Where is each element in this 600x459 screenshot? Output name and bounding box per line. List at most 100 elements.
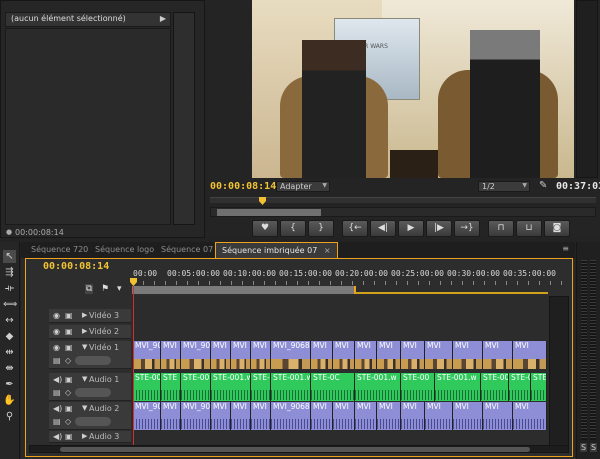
track-select-icon[interactable]: ⇶ bbox=[3, 266, 16, 279]
video-clip[interactable]: MVI bbox=[211, 341, 231, 369]
extract-button[interactable]: ⊔ bbox=[516, 220, 542, 237]
video-clip[interactable]: MVI bbox=[251, 341, 271, 369]
close-icon[interactable]: × bbox=[324, 246, 331, 255]
lift-button[interactable]: ⊓ bbox=[488, 220, 514, 237]
zoom-icon[interactable]: ⚲ bbox=[3, 410, 16, 423]
work-area-bar[interactable] bbox=[210, 207, 596, 217]
video-clip[interactable]: MVI_90 bbox=[133, 341, 161, 369]
tab-sequence-logo[interactable]: Séquence logo bbox=[89, 242, 160, 258]
scroll-thumb[interactable] bbox=[60, 447, 530, 452]
waveform-icon[interactable]: ▤ bbox=[53, 417, 61, 426]
audio-clip[interactable]: MVI bbox=[513, 402, 547, 430]
speaker-icon[interactable]: ◀) bbox=[53, 404, 62, 413]
keyframe-nav[interactable] bbox=[75, 388, 111, 397]
export-frame-button[interactable]: ◙ bbox=[544, 220, 570, 237]
lock-icon[interactable]: ▣ bbox=[65, 404, 73, 413]
step-back-button[interactable]: ◀| bbox=[370, 220, 396, 237]
keyframe-nav[interactable] bbox=[75, 356, 111, 365]
audio-clip[interactable]: MVI bbox=[377, 402, 401, 430]
audio-clip[interactable]: STE-00 bbox=[481, 373, 509, 401]
source-scrollbar[interactable] bbox=[173, 12, 195, 225]
go-to-out-button[interactable]: →} bbox=[454, 220, 480, 237]
eye-icon[interactable]: ◉ bbox=[53, 343, 60, 352]
audio-clip[interactable]: STE-00 bbox=[509, 373, 531, 401]
tab-sequence-720[interactable]: Séquence 720 bbox=[25, 242, 94, 258]
audio-clip[interactable]: STE-00 bbox=[401, 373, 435, 401]
mark-out-button[interactable]: } bbox=[308, 220, 334, 237]
audio-clip[interactable]: MVI_9068. bbox=[271, 402, 311, 430]
audio-clip[interactable]: STE-001.w bbox=[355, 373, 401, 401]
audio-clip[interactable]: MVI bbox=[425, 402, 453, 430]
audio-clip[interactable]: STE-00 bbox=[133, 373, 161, 401]
slip-icon[interactable]: ⇹ bbox=[3, 346, 16, 359]
program-right-scroll[interactable] bbox=[576, 0, 598, 178]
expand-icon[interactable]: ▶ bbox=[82, 327, 87, 335]
expand-icon[interactable]: ▼ bbox=[82, 375, 87, 383]
audio-clip[interactable]: MVI bbox=[483, 402, 513, 430]
expand-icon[interactable]: ▶ bbox=[82, 311, 87, 319]
video-clip[interactable]: MVI bbox=[453, 341, 483, 369]
audio-clip[interactable]: STE-001.w bbox=[271, 373, 311, 401]
expand-icon[interactable]: ▼ bbox=[82, 404, 87, 412]
video-clip[interactable]: MVI bbox=[483, 341, 513, 369]
mark-in-button[interactable]: { bbox=[280, 220, 306, 237]
pen-icon[interactable]: ✒ bbox=[3, 378, 16, 391]
video-clip[interactable]: MVI bbox=[231, 341, 251, 369]
work-area-bar[interactable] bbox=[132, 286, 356, 294]
hand-icon[interactable]: ✋ bbox=[3, 394, 16, 407]
video-clip[interactable]: MVI bbox=[401, 341, 425, 369]
rolling-edit-icon[interactable]: ⟺ bbox=[3, 298, 17, 311]
lock-icon[interactable]: ▣ bbox=[65, 432, 73, 441]
audio-clip[interactable]: MVI bbox=[401, 402, 425, 430]
audio-clip[interactable]: MVI bbox=[251, 402, 271, 430]
audio-clip[interactable]: STE bbox=[531, 373, 547, 401]
solo-right-button[interactable]: S bbox=[590, 443, 598, 452]
timeline-horizontal-scrollbar[interactable] bbox=[29, 445, 569, 453]
expand-icon[interactable]: ▼ bbox=[82, 343, 87, 351]
keyframe-nav[interactable] bbox=[75, 417, 111, 426]
playhead-line[interactable] bbox=[133, 286, 134, 446]
display-style-icon[interactable]: ▤ bbox=[53, 356, 61, 365]
expand-icon[interactable]: ▶ bbox=[82, 432, 87, 440]
video-clip[interactable]: MVI bbox=[425, 341, 453, 369]
tab-sequence-07[interactable]: Séquence 07 bbox=[155, 242, 219, 258]
audio-clip[interactable]: STE-00 bbox=[251, 373, 271, 401]
video-clip[interactable]: MVI bbox=[513, 341, 547, 369]
eye-icon[interactable]: ◉ bbox=[53, 311, 60, 320]
audio-clip[interactable]: MVI_90 bbox=[133, 402, 161, 430]
selection-tool-icon[interactable]: ↖ bbox=[3, 250, 16, 263]
audio-clip[interactable]: STE-001.w bbox=[211, 373, 251, 401]
lock-icon[interactable]: ▣ bbox=[65, 343, 73, 352]
add-marker-button[interactable]: ♥ bbox=[252, 220, 278, 237]
audio-clip[interactable]: STE-0C bbox=[311, 373, 355, 401]
video-clip[interactable]: MVI bbox=[333, 341, 355, 369]
video-clip[interactable]: MVI bbox=[161, 341, 181, 369]
rate-stretch-icon[interactable]: ↔ bbox=[3, 314, 16, 327]
audio-clip[interactable]: STE-00 bbox=[181, 373, 211, 401]
lock-icon[interactable]: ▣ bbox=[65, 375, 73, 384]
speaker-icon[interactable]: ◀) bbox=[53, 375, 62, 384]
solo-left-button[interactable]: S bbox=[580, 443, 588, 452]
slide-icon[interactable]: ⇼ bbox=[3, 362, 16, 375]
panel-menu-icon[interactable]: ≡ bbox=[562, 244, 569, 253]
program-mini-ruler[interactable] bbox=[210, 197, 596, 203]
keyframe-icon[interactable]: ◇ bbox=[65, 356, 71, 365]
video-clip[interactable]: MVI bbox=[355, 341, 377, 369]
audio-clip[interactable]: MVI bbox=[333, 402, 355, 430]
audio-clip[interactable]: MVI bbox=[161, 402, 181, 430]
video-clip[interactable]: MVI_90 bbox=[181, 341, 211, 369]
playhead-marker[interactable] bbox=[259, 197, 266, 205]
timeline-vertical-scrollbar[interactable] bbox=[549, 296, 569, 446]
eye-icon[interactable]: ◉ bbox=[53, 327, 60, 336]
fit-dropdown[interactable]: Adapter ▼ bbox=[276, 181, 330, 192]
resolution-dropdown[interactable]: 1/2 ▼ bbox=[478, 181, 530, 192]
chevron-right-icon[interactable]: ▶ bbox=[160, 14, 166, 23]
tab-nested-sequence-07[interactable]: Séquence imbriquée 07 × bbox=[215, 242, 338, 258]
work-area-range[interactable] bbox=[217, 209, 321, 216]
lock-icon[interactable]: ▣ bbox=[65, 311, 73, 320]
razor-icon[interactable]: ◆ bbox=[3, 330, 16, 343]
audio-clip[interactable]: MVI_90 bbox=[181, 402, 211, 430]
audio-clip[interactable]: MVI bbox=[453, 402, 483, 430]
video-clip[interactable]: MVI bbox=[377, 341, 401, 369]
waveform-icon[interactable]: ▤ bbox=[53, 388, 61, 397]
